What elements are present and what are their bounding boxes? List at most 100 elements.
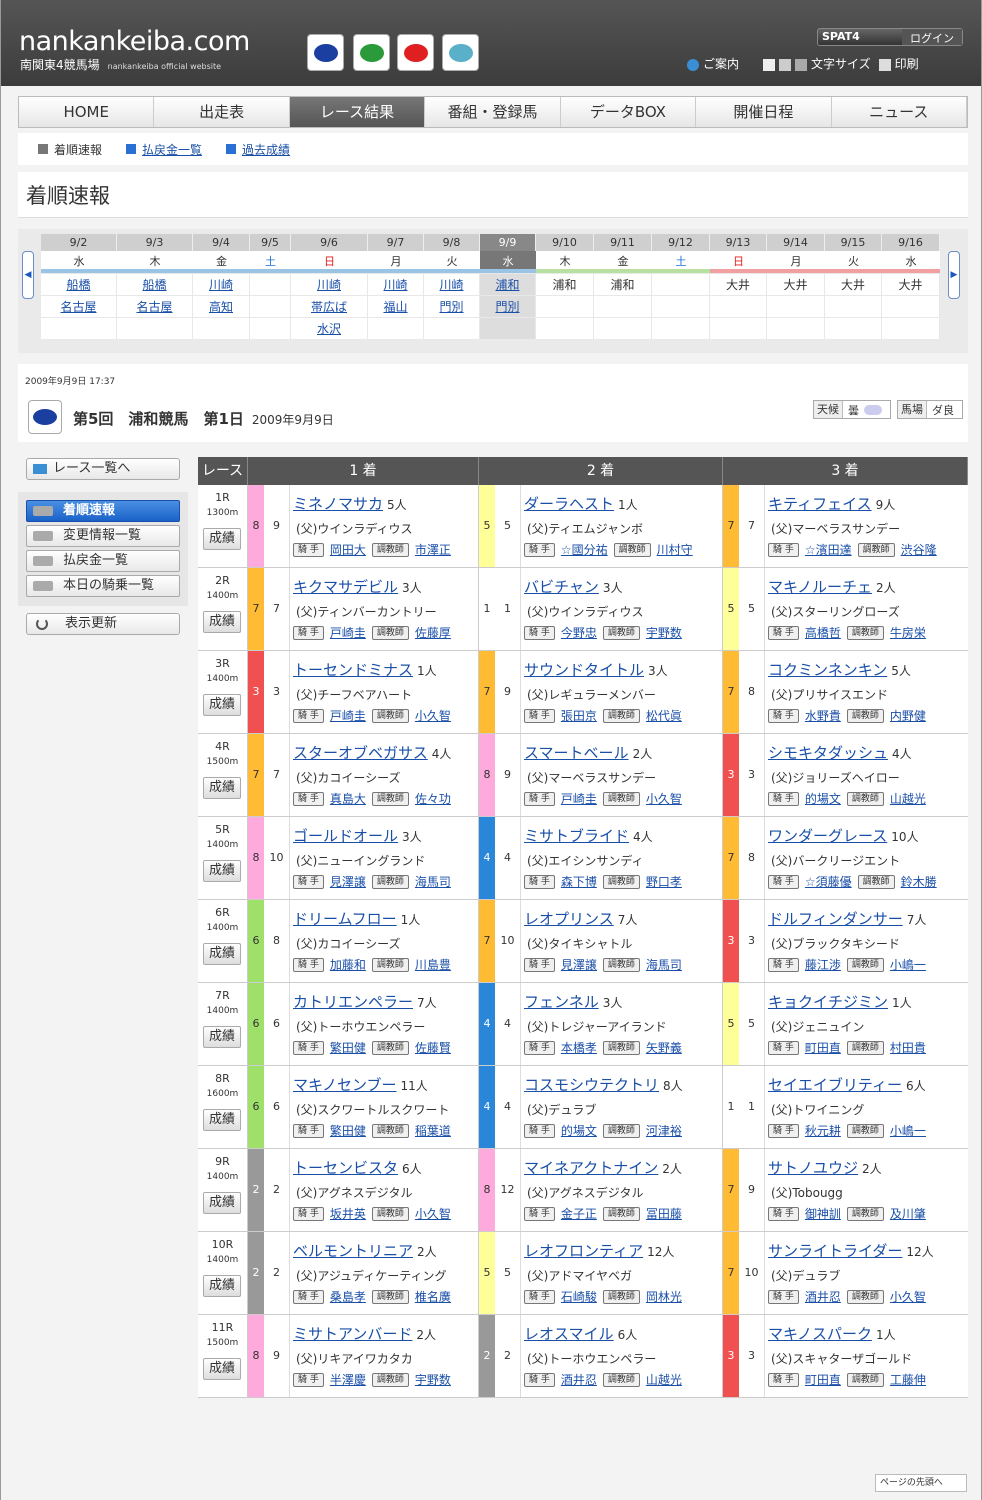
jockey-link[interactable]: 戸崎圭 (561, 790, 597, 807)
horse-name-link[interactable]: サンライトライダー (768, 1242, 902, 1260)
horse-name-link[interactable]: ミネノマサカ (293, 495, 383, 513)
trainer-link[interactable]: 河津裕 (646, 1122, 682, 1139)
horse-name-link[interactable]: ミサトアンバード (293, 1325, 412, 1343)
trainer-link[interactable]: 内野健 (890, 707, 926, 724)
horse-name-link[interactable]: フェンネル (524, 993, 599, 1011)
subnav-label[interactable]: 払戻金一覧 (142, 141, 202, 158)
results-button[interactable]: 成績 (203, 943, 241, 965)
horse-name-link[interactable]: マキノセンブー (293, 1076, 397, 1094)
trainer-link[interactable]: 川村守 (657, 541, 693, 558)
horse-name-link[interactable]: ベルモントリニア (293, 1242, 413, 1260)
horse-name-link[interactable]: コスモシウテクトリ (524, 1076, 659, 1094)
results-button[interactable]: 成績 (203, 1275, 241, 1297)
trainer-link[interactable]: 市澤正 (415, 541, 451, 558)
trainer-link[interactable]: 牛房栄 (890, 624, 926, 641)
jockey-link[interactable]: 戸崎圭 (330, 707, 366, 724)
jockey-link[interactable]: 張田京 (561, 707, 597, 724)
side-menu-item[interactable]: 変更情報一覧 (26, 525, 180, 547)
jockey-link[interactable]: 藤江渉 (805, 956, 841, 973)
jockey-link[interactable]: 繁田健 (330, 1039, 366, 1056)
jockey-link[interactable]: 戸崎圭 (330, 624, 366, 641)
trainer-link[interactable]: 村田貴 (890, 1039, 926, 1056)
horse-name-link[interactable]: キョクイチジミン (768, 993, 888, 1011)
results-button[interactable]: 成績 (203, 1192, 241, 1214)
jockey-link[interactable]: 見澤譲 (330, 873, 366, 890)
nav-item[interactable]: 出走表 (154, 97, 290, 127)
calendar-venue[interactable]: 川崎 (209, 278, 233, 292)
horse-name-link[interactable]: マイネアクトナイン (524, 1159, 658, 1177)
trainer-link[interactable]: 岡林光 (646, 1288, 682, 1305)
calendar-prev-button[interactable]: ◀ (22, 251, 34, 299)
horse-name-link[interactable]: サトノユウジ (768, 1159, 858, 1177)
trainer-link[interactable]: 松代眞 (646, 707, 682, 724)
jockey-link[interactable]: 町田直 (805, 1371, 841, 1388)
horse-name-link[interactable]: ダーラヘスト (524, 495, 614, 513)
jockey-link[interactable]: 真島大 (330, 790, 366, 807)
subnav-item[interactable]: 過去成績 (226, 141, 290, 158)
horse-name-link[interactable]: スターオブベガサス (293, 744, 428, 762)
trainer-link[interactable]: 川島豊 (415, 956, 451, 973)
trainer-link[interactable]: 宇野数 (646, 624, 682, 641)
trainer-link[interactable]: 鈴木勝 (901, 873, 937, 890)
jockey-link[interactable]: 酒井忍 (561, 1371, 597, 1388)
horse-name-link[interactable]: ワンダーグレース (768, 827, 887, 845)
horse-name-link[interactable]: ミサトブライド (524, 827, 629, 845)
side-menu-item[interactable]: 本日の騎乗一覧 (26, 575, 180, 597)
nav-item[interactable]: ニュース (832, 97, 967, 127)
jockey-link[interactable]: ☆國分祐 (561, 541, 608, 558)
kawasaki-icon[interactable] (442, 34, 479, 71)
horse-name-link[interactable]: マキノルーチェ (768, 578, 872, 596)
page-top-link[interactable]: ページの先頭へ (875, 1474, 967, 1492)
jockey-link[interactable]: 坂井英 (330, 1205, 366, 1222)
results-button[interactable]: 成績 (203, 777, 241, 799)
urawa-icon[interactable] (307, 34, 344, 71)
horse-name-link[interactable]: サウンドタイトル (524, 661, 644, 679)
horse-name-link[interactable]: レオスマイル (524, 1325, 614, 1343)
font-size-control[interactable]: 文字サイズ (763, 55, 871, 72)
trainer-link[interactable]: 工藤伸 (890, 1371, 926, 1388)
tck-icon[interactable] (397, 34, 434, 71)
horse-name-link[interactable]: レオフロンティア (524, 1242, 643, 1260)
results-button[interactable]: 成績 (203, 1109, 241, 1131)
calendar-venue[interactable]: 門別 (495, 300, 519, 314)
side-menu-item[interactable]: 着順速報 (26, 500, 180, 522)
side-menu-item[interactable]: 払戻金一覧 (26, 550, 180, 572)
jockey-link[interactable]: 金子正 (561, 1205, 597, 1222)
calendar-next-button[interactable]: ▶ (948, 251, 960, 299)
results-button[interactable]: 成績 (203, 611, 241, 633)
nav-item[interactable]: 開催日程 (696, 97, 832, 127)
subnav-label[interactable]: 過去成績 (242, 141, 290, 158)
nav-item[interactable]: レース結果 (289, 97, 426, 127)
horse-name-link[interactable]: キティフェイス (768, 495, 872, 513)
results-button[interactable]: 成績 (203, 694, 241, 716)
site-logo[interactable]: nankankeiba.com (19, 26, 250, 57)
trainer-link[interactable]: 小久智 (890, 1288, 926, 1305)
calendar-venue[interactable]: 帯広ば (311, 300, 347, 314)
jockey-link[interactable]: 的場文 (805, 790, 841, 807)
trainer-link[interactable]: 小嶋一 (890, 956, 926, 973)
horse-name-link[interactable]: コクミンネンキン (768, 661, 887, 679)
jockey-link[interactable]: 繁田健 (330, 1122, 366, 1139)
trainer-link[interactable]: 及川肇 (890, 1205, 926, 1222)
jockey-link[interactable]: 的場文 (561, 1122, 597, 1139)
trainer-link[interactable]: 野口孝 (646, 873, 682, 890)
trainer-link[interactable]: 佐藤賢 (415, 1039, 451, 1056)
trainer-link[interactable]: 宇野数 (415, 1371, 451, 1388)
calendar-venue[interactable]: 川崎 (383, 278, 407, 292)
horse-name-link[interactable]: ドリームフロー (293, 910, 397, 928)
calendar-venue[interactable]: 船橋 (142, 278, 166, 292)
calendar-venue[interactable]: 名古屋 (60, 300, 96, 314)
funabashi-icon[interactable] (353, 34, 390, 71)
calendar-venue[interactable]: 川崎 (439, 278, 463, 292)
jockey-link[interactable]: 高橋哲 (805, 624, 841, 641)
horse-name-link[interactable]: レオプリンス (524, 910, 614, 928)
trainer-link[interactable]: 小久智 (415, 707, 451, 724)
trainer-link[interactable]: 冨田藤 (646, 1205, 682, 1222)
jockey-link[interactable]: 酒井忍 (805, 1288, 841, 1305)
calendar-venue[interactable]: 福山 (383, 300, 407, 314)
trainer-link[interactable]: 矢野義 (646, 1039, 682, 1056)
refresh-button[interactable]: 表示更新 (26, 613, 180, 635)
subnav-item[interactable]: 払戻金一覧 (126, 141, 202, 158)
horse-name-link[interactable]: セイエイブリティー (768, 1076, 902, 1094)
trainer-link[interactable]: 山越光 (646, 1371, 682, 1388)
